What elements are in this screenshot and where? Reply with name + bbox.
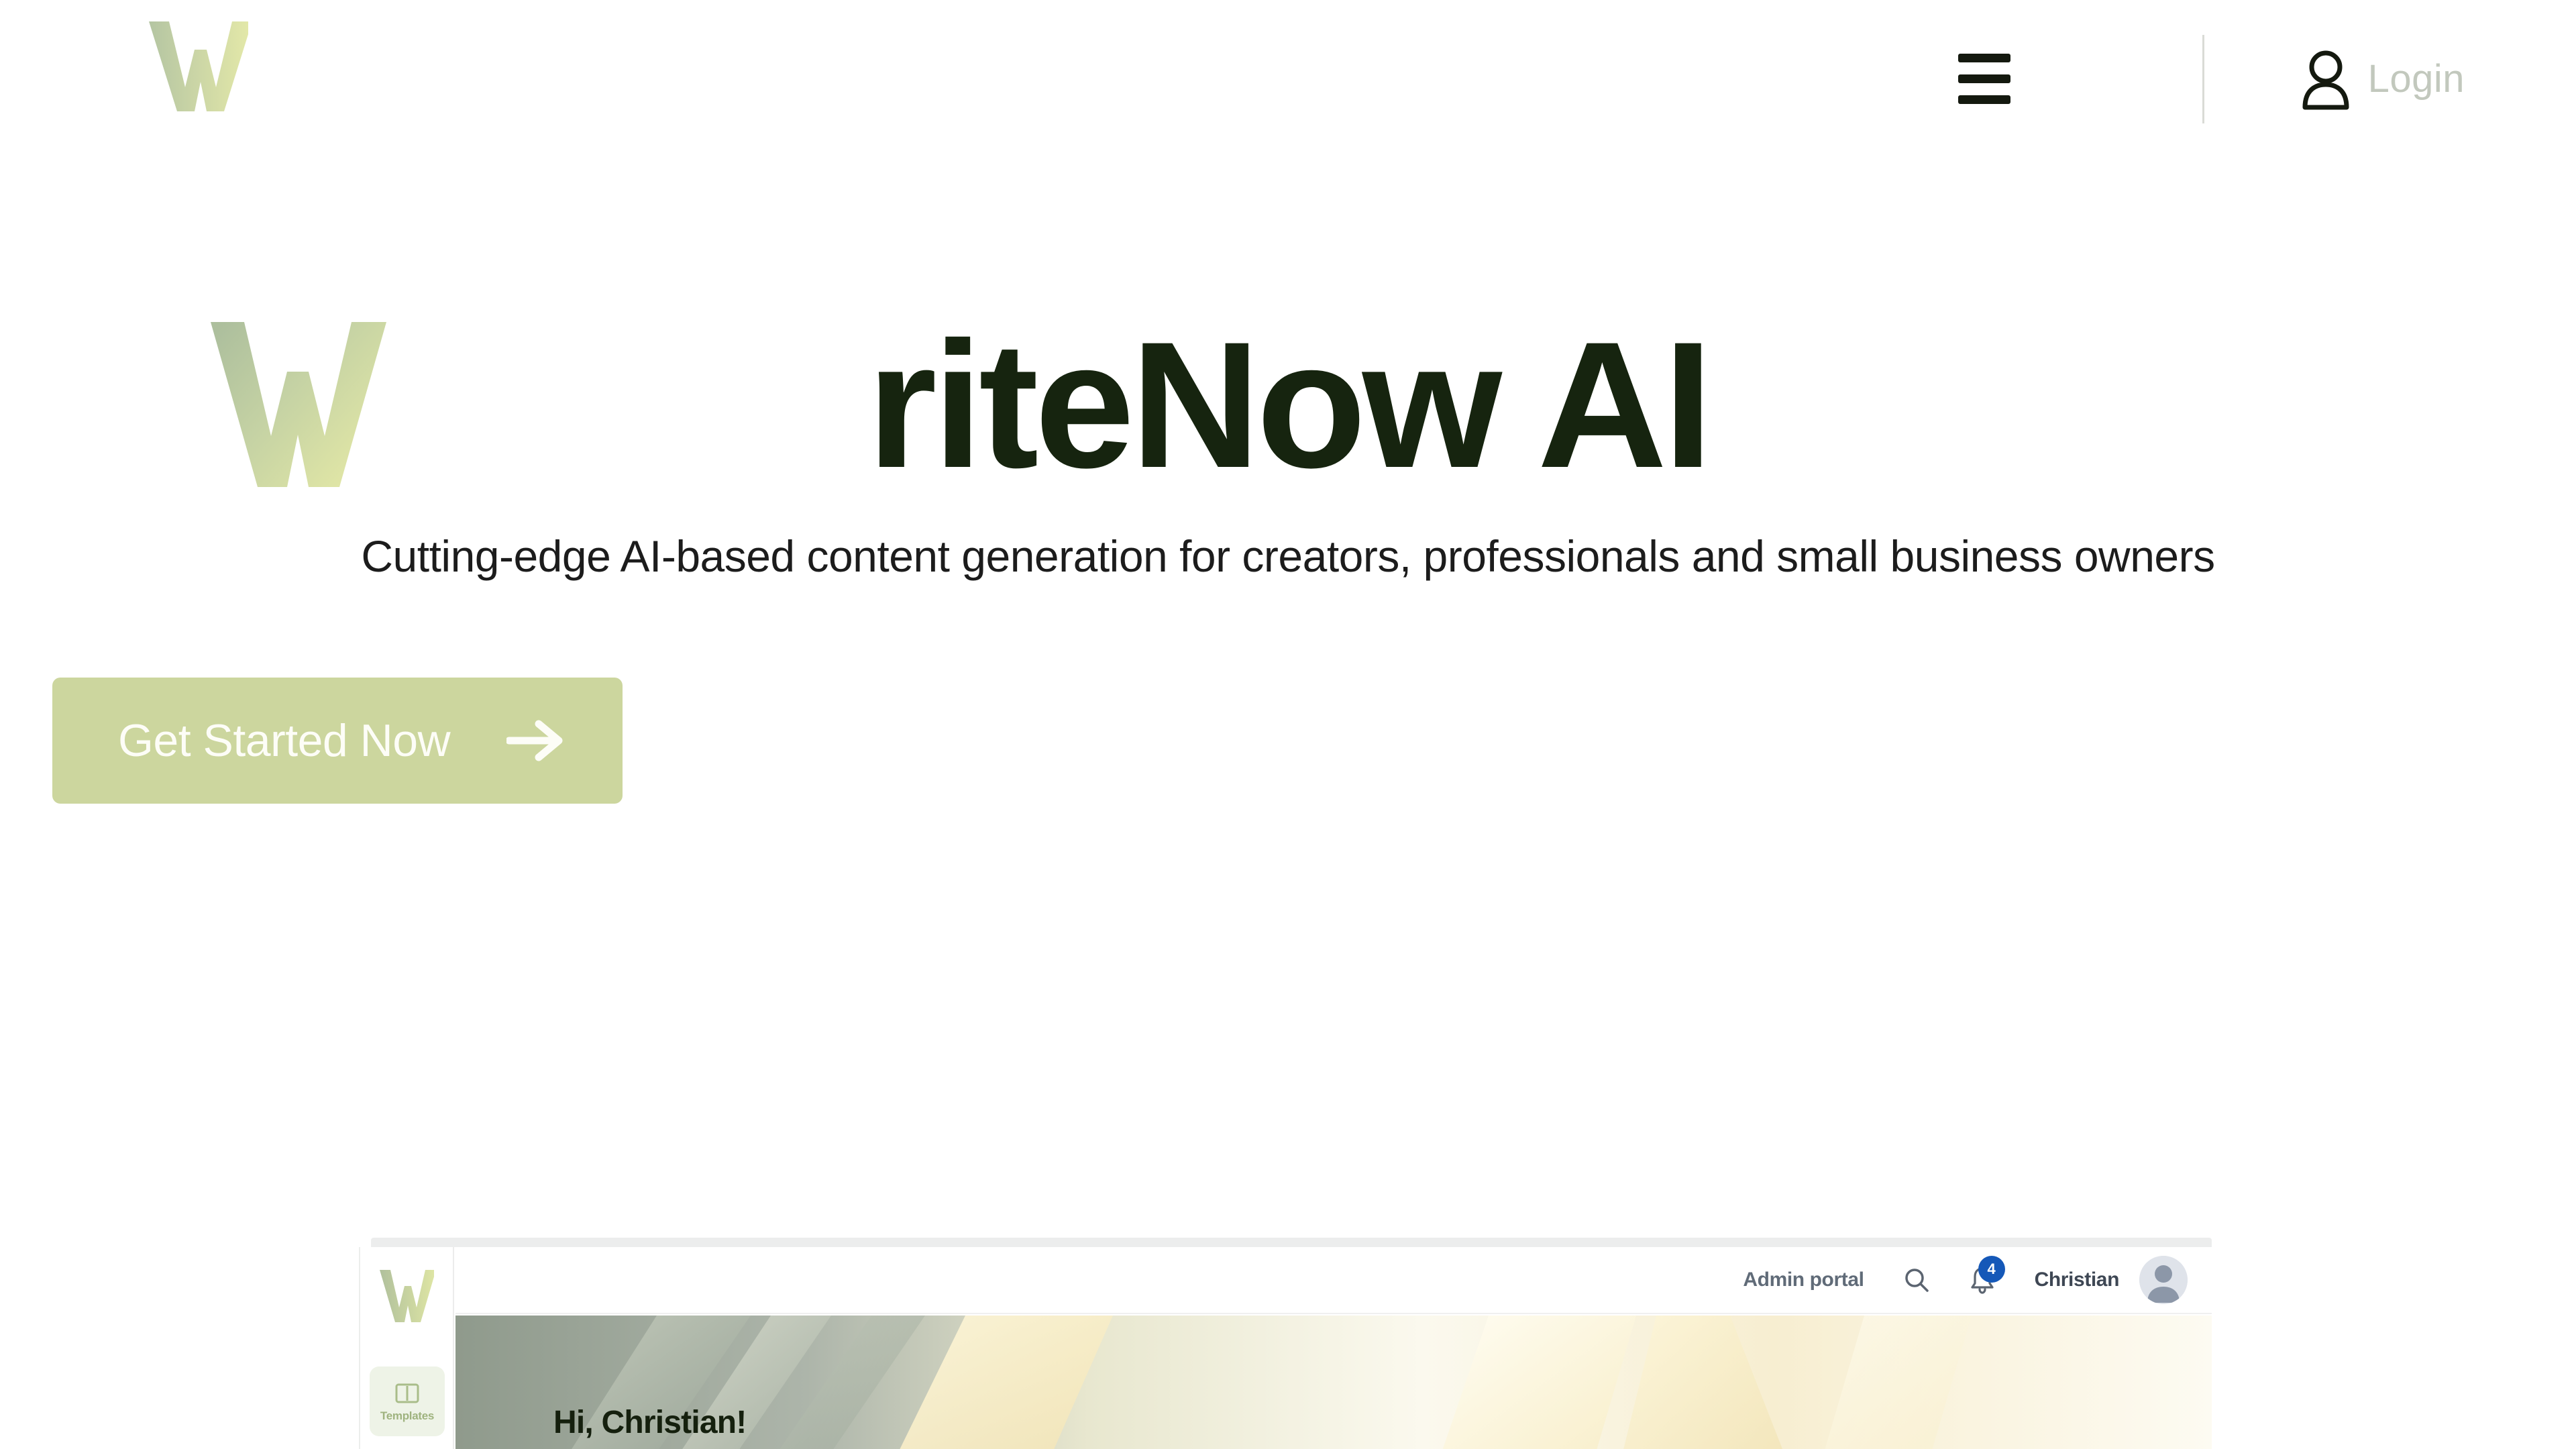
hero-subtitle: Cutting-edge AI-based content generation… [361,531,2215,581]
landing-page: Login riteNow AI Cutting-edge AI-based c… [0,0,2576,1449]
app-sidebar: Templates [360,1247,454,1449]
notifications-button[interactable]: 4 [1969,1256,2005,1295]
app-username[interactable]: Christian [2035,1269,2120,1291]
avatar-icon [2139,1256,2188,1304]
notification-count-badge: 4 [1978,1256,2005,1283]
app-sidebar-logo[interactable] [379,1265,434,1326]
page-title: riteNow AI [867,304,1713,505]
templates-book-icon [394,1382,420,1405]
app-preview-topstrip [371,1238,2212,1247]
hero-title-row: riteNow AI [0,301,2576,508]
arrow-right-icon [506,718,566,763]
get-started-button[interactable]: Get Started Now [52,678,623,804]
get-started-label: Get Started Now [118,715,451,766]
sidebar-item-templates[interactable]: Templates [370,1366,445,1436]
app-preview: Templates Admin portal 4 Christian Hi, C… [359,1238,2212,1449]
avatar[interactable] [2139,1256,2188,1304]
search-icon[interactable] [1903,1267,1930,1293]
app-main: Admin portal 4 Christian Hi, Christian! [455,1247,2212,1449]
app-greeting: Hi, Christian! [553,1405,747,1440]
hero-section: riteNow AI Cutting-edge AI-based content… [0,0,2576,1140]
app-topbar: Admin portal 4 Christian [455,1247,2212,1314]
sidebar-item-templates-label: Templates [380,1409,435,1422]
app-preview-shell: Templates Admin portal 4 Christian Hi, C… [359,1247,2212,1449]
admin-portal-link[interactable]: Admin portal [1743,1269,1864,1291]
